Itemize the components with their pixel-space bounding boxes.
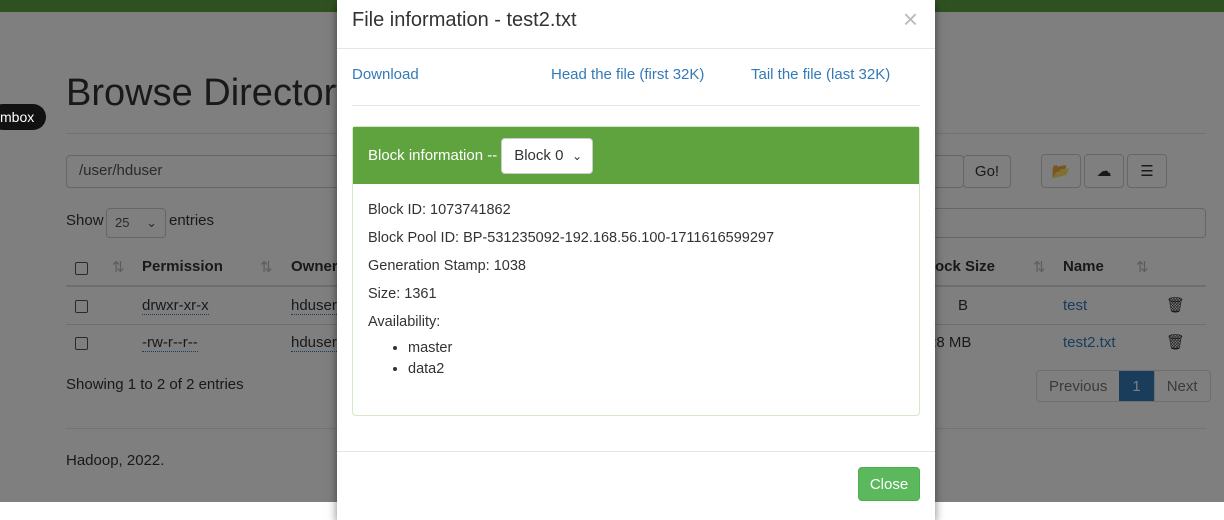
tooltip: mbox bbox=[0, 104, 47, 130]
divider bbox=[352, 105, 920, 106]
download-link[interactable]: Download bbox=[352, 66, 419, 83]
block-pool-id: Block Pool ID: BP-531235092-192.168.56.1… bbox=[368, 230, 775, 246]
modal-title: File information - test2.txt bbox=[352, 9, 577, 31]
close-button[interactable]: Close bbox=[858, 467, 920, 501]
panel-body: Block ID: 1073741862 Block Pool ID: BP-5… bbox=[353, 184, 919, 398]
block-size: Size: 1361 bbox=[368, 286, 437, 302]
list-item: master bbox=[408, 338, 904, 359]
close-icon[interactable]: × bbox=[903, 4, 918, 35]
block-select[interactable]: Block 0 ⌄ bbox=[501, 137, 594, 174]
availability-list: master data2 bbox=[368, 338, 904, 380]
modal-header: File information - test2.txt × bbox=[337, 0, 935, 49]
block-information-label: Block information -- bbox=[368, 147, 498, 164]
block-select-value: Block 0 bbox=[514, 147, 564, 164]
head-file-link[interactable]: Head the file (first 32K) bbox=[551, 66, 704, 83]
chevron-down-icon: ⌄ bbox=[572, 148, 583, 163]
tail-file-link[interactable]: Tail the file (last 32K) bbox=[751, 66, 890, 83]
block-id: Block ID: 1073741862 bbox=[368, 202, 511, 218]
modal-footer bbox=[337, 451, 935, 452]
panel-heading: Block information -- Block 0 ⌄ bbox=[353, 127, 919, 184]
list-item: data2 bbox=[408, 359, 904, 380]
block-information-panel: Block information -- Block 0 ⌄ Block ID: … bbox=[352, 126, 920, 416]
availability-label: Availability: bbox=[368, 314, 441, 330]
file-information-modal: File information - test2.txt × Download … bbox=[337, 0, 935, 520]
generation-stamp: Generation Stamp: 1038 bbox=[368, 258, 526, 274]
